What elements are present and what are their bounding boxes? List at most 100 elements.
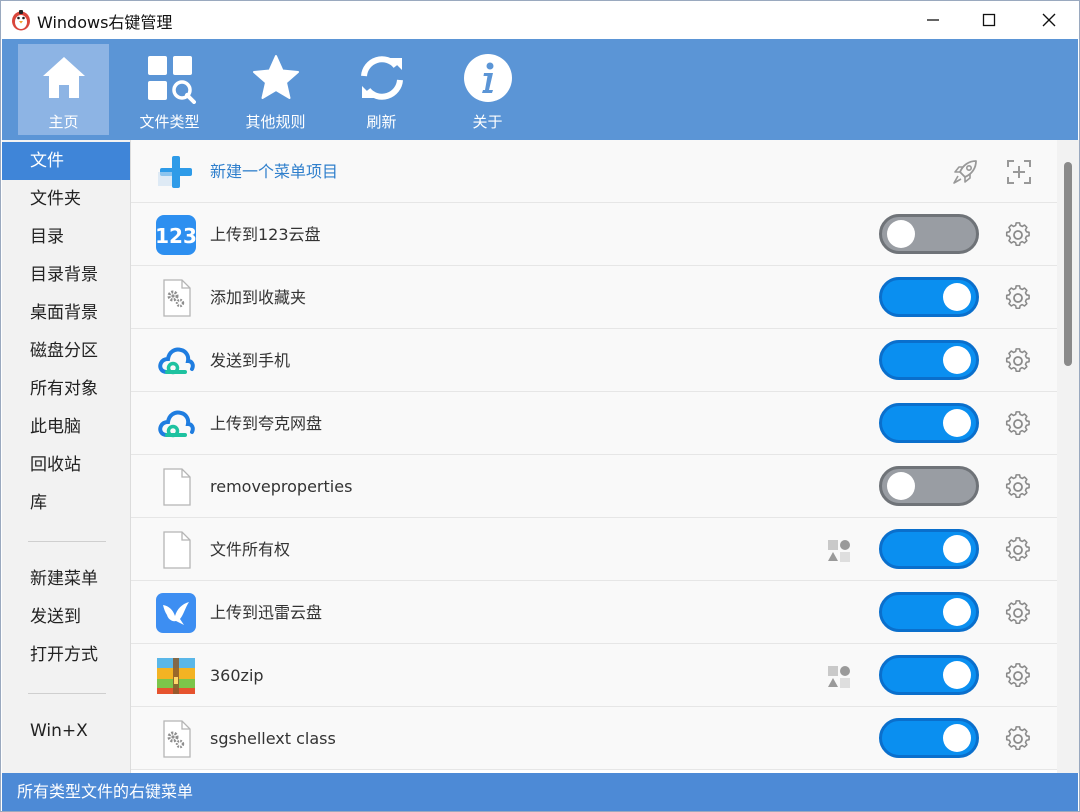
shapes-icon[interactable] [826, 538, 852, 564]
enable-toggle[interactable] [879, 214, 979, 254]
gear-icon[interactable] [1005, 411, 1031, 437]
sidebar-item-open-with[interactable]: 打开方式 [2, 636, 130, 674]
123pan-icon: 123 [155, 215, 197, 255]
item-label: removeproperties [210, 477, 353, 496]
list-item[interactable]: 发送到手机 [131, 329, 1057, 392]
gear-file-icon [162, 278, 192, 318]
blank-file-icon [163, 468, 191, 506]
enable-toggle[interactable] [879, 466, 979, 506]
item-label: 360zip [210, 666, 264, 685]
toggle-knob [943, 535, 971, 563]
gear-icon[interactable] [1005, 474, 1031, 500]
sidebar-item-all-objects[interactable]: 所有对象 [2, 370, 130, 408]
360zip-icon [157, 658, 195, 694]
enable-toggle[interactable] [879, 655, 979, 695]
close-button[interactable] [1023, 1, 1075, 39]
sidebar-item-winx[interactable]: Win+X [2, 712, 130, 750]
gear-icon[interactable] [1005, 537, 1031, 563]
item-label: 上传到夸克网盘 [210, 414, 323, 433]
toggle-knob [943, 346, 971, 374]
sidebar-item-folder[interactable]: 文件夹 [2, 180, 130, 218]
menu-item-list: 新建一个菜单项目 123 上传到123云盘 添加到收藏夹 发送到手机 上传到夸克… [131, 140, 1057, 773]
close-icon [1042, 13, 1056, 27]
sidebar-item-directory[interactable]: 目录 [2, 218, 130, 256]
star-icon [253, 55, 299, 99]
item-label: sgshellext class [210, 729, 336, 748]
app-logo-icon [12, 10, 30, 31]
toggle-knob [943, 598, 971, 626]
sidebar-item-send-to[interactable]: 发送到 [2, 598, 130, 636]
gear-icon[interactable] [1005, 222, 1031, 248]
list-item[interactable]: 添加到收藏夹 [131, 266, 1057, 329]
enable-toggle[interactable] [879, 340, 979, 380]
item-label: 文件所有权 [210, 540, 291, 559]
add-plus-icon [158, 156, 192, 188]
enable-toggle[interactable] [879, 718, 979, 758]
list-item[interactable]: 文件所有权 [131, 518, 1057, 581]
sidebar-divider [28, 693, 106, 694]
add-item-icon[interactable] [1005, 158, 1033, 186]
title-bar[interactable]: Windows右键管理 [1, 1, 1079, 39]
sidebar: 文件 文件夹 目录 目录背景 桌面背景 磁盘分区 所有对象 此电脑 回收站 库 … [2, 140, 131, 773]
gear-icon[interactable] [1005, 348, 1031, 374]
tab-other-rules[interactable]: 其他规则 [230, 44, 321, 135]
sidebar-item-this-pc[interactable]: 此电脑 [2, 408, 130, 446]
new-menu-item-label[interactable]: 新建一个菜单项目 [210, 140, 338, 203]
tab-label: 其他规则 [245, 113, 306, 131]
blank-file-icon [163, 531, 191, 569]
toggle-knob [943, 409, 971, 437]
toggle-knob [887, 472, 915, 500]
enable-toggle[interactable] [879, 403, 979, 443]
sidebar-divider [28, 541, 106, 542]
list-item[interactable]: 360zip [131, 644, 1057, 707]
rocket-icon[interactable] [949, 156, 981, 188]
item-label: 发送到手机 [210, 351, 291, 370]
maximize-icon [982, 13, 996, 27]
new-menu-item-row[interactable]: 新建一个菜单项目 [131, 140, 1057, 203]
gear-icon[interactable] [1005, 663, 1031, 689]
gear-icon[interactable] [1005, 726, 1031, 752]
toggle-knob [887, 220, 915, 248]
list-item[interactable]: sgshellext class [131, 707, 1057, 770]
enable-toggle[interactable] [879, 277, 979, 317]
window-title: Windows右键管理 [37, 13, 173, 32]
gear-icon[interactable] [1005, 600, 1031, 626]
tab-about[interactable]: 关于 [442, 44, 533, 135]
toggle-knob [943, 661, 971, 689]
main-toolbar: 主页 文件类型 其他规则 刷新 关于 [2, 39, 1078, 140]
info-icon [464, 54, 512, 102]
sidebar-item-recycle-bin[interactable]: 回收站 [2, 446, 130, 484]
gear-file-icon [162, 719, 192, 759]
enable-toggle[interactable] [879, 592, 979, 632]
tab-label: 文件类型 [139, 113, 200, 131]
thunder-bird-icon [156, 593, 196, 633]
file-types-icon [148, 56, 196, 104]
sidebar-item-new-menu[interactable]: 新建菜单 [2, 560, 130, 598]
tab-refresh[interactable]: 刷新 [336, 44, 427, 135]
home-icon [43, 57, 85, 98]
tab-label: 主页 [48, 113, 79, 131]
shapes-icon[interactable] [826, 664, 852, 690]
scrollbar-thumb[interactable] [1064, 162, 1072, 366]
tab-home[interactable]: 主页 [18, 44, 109, 135]
sidebar-item-drive[interactable]: 磁盘分区 [2, 332, 130, 370]
toggle-knob [943, 724, 971, 752]
sidebar-item-library[interactable]: 库 [2, 484, 130, 522]
list-item[interactable]: 123 上传到123云盘 [131, 203, 1057, 266]
vertical-scrollbar[interactable] [1057, 140, 1079, 773]
sidebar-item-desktop-background[interactable]: 桌面背景 [2, 294, 130, 332]
sidebar-item-directory-background[interactable]: 目录背景 [2, 256, 130, 294]
list-item[interactable]: 上传到夸克网盘 [131, 392, 1057, 455]
list-item[interactable]: removeproperties [131, 455, 1057, 518]
enable-toggle[interactable] [879, 529, 979, 569]
item-label: 上传到迅雷云盘 [210, 603, 323, 622]
gear-icon[interactable] [1005, 285, 1031, 311]
tab-file-types[interactable]: 文件类型 [124, 44, 215, 135]
svg-text:123: 123 [155, 224, 197, 248]
tab-label: 刷新 [366, 113, 397, 131]
minimize-button[interactable] [907, 1, 959, 39]
cloud-icon [158, 347, 195, 375]
sidebar-item-file[interactable]: 文件 [2, 142, 130, 180]
maximize-button[interactable] [963, 1, 1015, 39]
list-item[interactable]: 上传到迅雷云盘 [131, 581, 1057, 644]
